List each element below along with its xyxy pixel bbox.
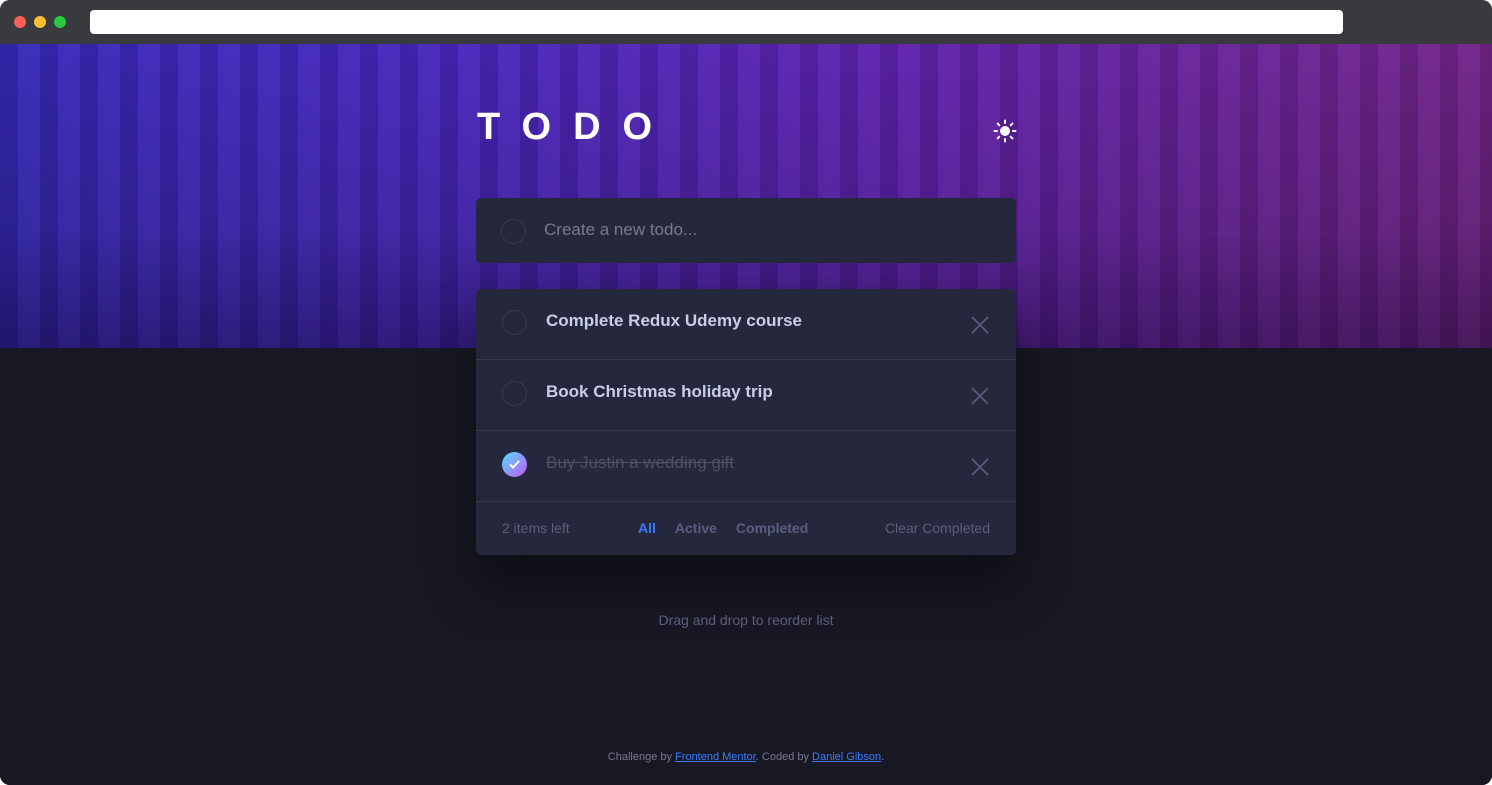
todo-checkbox[interactable]	[502, 381, 527, 406]
attribution: Challenge by Frontend Mentor. Coded by D…	[0, 751, 1492, 763]
todo-item[interactable]: Book Christmas holiday trip	[476, 360, 1016, 431]
minimize-window-button[interactable]	[34, 16, 46, 28]
todo-item[interactable]: Complete Redux Udemy course	[476, 289, 1016, 360]
frontend-mentor-link[interactable]: Frontend Mentor	[675, 751, 756, 763]
delete-todo-button[interactable]	[970, 315, 990, 335]
todo-checkbox-checked[interactable]	[502, 452, 527, 477]
page: TODO Create a new todo... Complete Redux…	[0, 44, 1492, 785]
todo-checkbox[interactable]	[502, 310, 527, 335]
new-todo-card	[476, 198, 1016, 263]
address-bar[interactable]	[90, 10, 1343, 34]
cross-icon	[971, 316, 989, 334]
filter-group: All Active Completed	[638, 520, 808, 536]
delete-todo-button[interactable]	[970, 386, 990, 406]
reorder-hint: Drag and drop to reorder list	[658, 612, 834, 628]
maximize-window-button[interactable]	[54, 16, 66, 28]
new-todo-checkbox[interactable]	[501, 219, 526, 244]
author-link[interactable]: Daniel Gibson	[812, 751, 881, 763]
attribution-middle: . Coded by	[755, 751, 813, 763]
cross-icon	[971, 458, 989, 476]
filter-completed[interactable]: Completed	[736, 520, 808, 536]
attribution-prefix: Challenge by	[607, 751, 676, 763]
sun-icon	[993, 119, 1017, 143]
theme-toggle-button[interactable]	[992, 118, 1018, 144]
page-title: TODO	[477, 106, 675, 148]
clear-completed-button[interactable]: Clear Completed	[885, 520, 990, 536]
todo-text: Complete Redux Udemy course	[546, 311, 803, 330]
filter-all[interactable]: All	[638, 520, 656, 536]
todo-list: Complete Redux Udemy course Book Christm…	[476, 289, 1016, 555]
attribution-suffix: .	[881, 751, 885, 763]
todo-text: Book Christmas holiday trip	[546, 382, 773, 401]
todo-text: Buy Justin a wedding gift	[546, 453, 735, 472]
close-window-button[interactable]	[14, 16, 26, 28]
new-todo-input[interactable]	[544, 216, 984, 244]
browser-chrome	[0, 0, 1492, 44]
items-left-count: 2 items left	[502, 520, 570, 536]
check-icon	[509, 460, 520, 469]
filter-active[interactable]: Active	[675, 520, 717, 536]
browser-window: TODO Create a new todo... Complete Redux…	[0, 0, 1492, 785]
todo-item[interactable]: Buy Justin a wedding gift	[476, 431, 1016, 502]
cross-icon	[971, 387, 989, 405]
list-footer: 2 items left All Active Completed Clear …	[476, 502, 1016, 555]
delete-todo-button[interactable]	[970, 457, 990, 477]
